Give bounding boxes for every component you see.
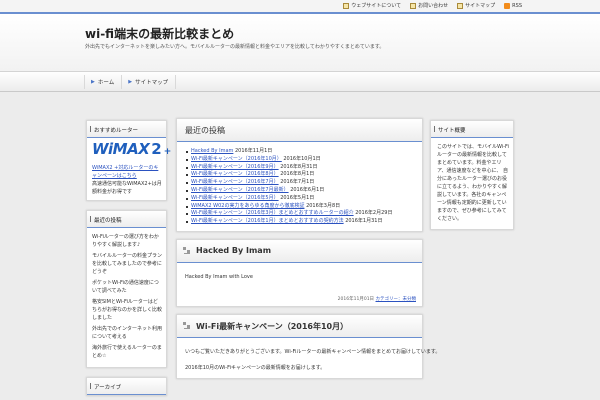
- widget-about: サイト概要 このサイトでは、モバイルWi-Fiルーターの最新情報を比較してまとめ…: [430, 120, 514, 230]
- document-icon: [343, 2, 350, 9]
- archive-date: 2016年6月1日: [290, 186, 325, 193]
- archive-date: 2016年10月1日: [283, 155, 321, 162]
- left-sidebar: おすすめルーター WiMAX 2 + WiMAX2 +対応ルーターのキャンペーン…: [86, 120, 171, 400]
- archive-link[interactable]: Wi-Fi最新キャンペーン（2016年8月）: [191, 171, 279, 177]
- top-link-contact-label: お問い合わせ: [418, 3, 449, 9]
- archive-date: 2016年8月31日: [280, 163, 318, 170]
- widget-title: 最近の投稿: [87, 211, 166, 228]
- wimax-logo[interactable]: WiMAX 2 +: [92, 140, 171, 158]
- top-link-about-label: ウェブサイトについて: [351, 3, 402, 9]
- top-link-sitemap-label: サイトマップ: [465, 3, 496, 9]
- list-item: Wi-Fi最新キャンペーン（2016年3月）まとめとおすすめルーターの紹介 20…: [185, 210, 414, 218]
- document-icon: [410, 2, 417, 9]
- nav-item-home[interactable]: ▶ ホーム: [84, 75, 121, 89]
- post-date: 2016年11月01日: [337, 296, 375, 302]
- top-strip: ウェブサイトについて お問い合わせ サイトマップ RSS: [0, 0, 600, 14]
- archive-box: 最近の投稿 Hacked By Imam 2016年11月1日 Wi-Fi最新キ…: [176, 118, 423, 232]
- site-title[interactable]: wi-fi端末の最新比較まとめ: [85, 25, 234, 42]
- wimax-logo-number: 2: [151, 140, 162, 158]
- post-paragraph: 2016年10月のWi-Fiキャンペーンの最新情報をお届けします。: [185, 364, 326, 371]
- widget-title: アーカイブ: [87, 378, 166, 395]
- archive-date: 2016年2月29日: [355, 210, 393, 217]
- post-category-link[interactable]: カテゴリー：未分類: [376, 297, 417, 302]
- widget-archive: アーカイブ: [86, 377, 167, 396]
- archive-title: 最近の投稿: [177, 119, 422, 142]
- archive-list: Hacked By Imam 2016年11月1日 Wi-Fi最新キャンペーン（…: [185, 148, 414, 226]
- list-item[interactable]: ポケットWi-Fiの通信速度について調べてみた: [92, 279, 162, 295]
- rss-icon: [504, 2, 511, 9]
- list-item: Hacked By Imam 2016年11月1日: [185, 148, 414, 156]
- list-item[interactable]: Wi-Fiルーターの選び方をわかりやすく解説します♪: [92, 233, 162, 249]
- archive-link[interactable]: Hacked By Imam: [191, 148, 233, 154]
- main-nav: ▶ ホーム ▶ サイトマップ: [0, 72, 600, 92]
- site-description: 外出先でもインターネットを楽しみたい方へ。モバイルルーターの最新情報と料金やエリ…: [85, 44, 385, 50]
- post-icon: [183, 321, 192, 331]
- ad-description: 高速通信可能なWiMAX2+は月額料金がお得です: [92, 181, 162, 195]
- list-item: Wi-Fi最新キャンペーン（2016年7月最新） 2016年6月1日: [185, 187, 414, 195]
- archive-link[interactable]: WiMAX2 W02の実力をあらゆる角度から徹底検証: [191, 203, 304, 209]
- list-item[interactable]: 格安SIMとWi-Fiルーターはどちらがお得なのかを詳しく比較しました: [92, 298, 162, 322]
- arrow-right-icon: ▶: [128, 79, 133, 85]
- post-meta: 2016年11月01日 カテゴリー：未分類: [177, 296, 422, 306]
- archive-link[interactable]: Wi-Fi最新キャンペーン（2016年5月）: [191, 195, 279, 201]
- archive-date: 2016年11月1日: [234, 148, 273, 154]
- archive-link[interactable]: Wi-Fi最新キャンペーン（2016年7月最新）: [191, 187, 289, 193]
- right-sidebar: サイト概要 このサイトでは、モバイルWi-Fiルーターの最新情報を比較してまとめ…: [430, 120, 514, 239]
- archive-date: 2016年8月1日: [280, 171, 315, 178]
- main-content: 最近の投稿 Hacked By Imam 2016年11月1日 Wi-Fi最新キ…: [176, 118, 441, 386]
- list-item: Wi-Fi最新キャンペーン（2016年5月） 2016年5月1日: [185, 195, 414, 203]
- nav-item-label: サイトマップ: [135, 80, 169, 86]
- archive-date: 2016年5月1日: [280, 194, 315, 201]
- widget-title: おすすめルーター: [87, 121, 166, 138]
- archive-date: 2016年1月31日: [345, 218, 383, 225]
- top-link-contact[interactable]: お問い合わせ: [410, 2, 448, 9]
- site-header: wi-fi端末の最新比較まとめ 外出先でもインターネットを楽しみたい方へ。モバイ…: [0, 14, 600, 72]
- post-title-row: Hacked By Imam: [177, 239, 422, 263]
- ad-link[interactable]: WiMAX2 +対応ルーターのキャンペーンはこちら: [92, 164, 162, 180]
- post-body: Hacked By Imam with Love: [185, 273, 253, 280]
- post-card: Wi-Fi最新キャンペーン（2016年10月） いつもご覧いただきありがとうござ…: [176, 313, 441, 379]
- nav-item-label: ホーム: [97, 80, 115, 86]
- wimax-logo-plus: +: [163, 147, 172, 157]
- archive-date: 2016年3月8日: [306, 202, 341, 209]
- widget-about-text: このサイトでは、モバイルWi-Fiルーターの最新情報を比較してまとめています。料…: [437, 144, 509, 222]
- list-item: Wi-Fi最新キャンペーン（2016年7月） 2016年7月1日: [185, 179, 414, 187]
- top-link-about[interactable]: ウェブサイトについて: [343, 2, 401, 9]
- archive-date: 2016年7月1日: [280, 179, 315, 186]
- archive-link[interactable]: Wi-Fi最新キャンペーン（2016年1月）まとめとおすすめの契約方法: [191, 218, 344, 224]
- nav-item-sitemap[interactable]: ▶ サイトマップ: [121, 75, 177, 89]
- archive-link[interactable]: Wi-Fi最新キャンペーン（2016年9月）: [191, 164, 279, 170]
- list-item: Wi-Fi最新キャンペーン（2016年10月） 2016年10月1日: [185, 156, 414, 164]
- document-icon: [457, 2, 464, 9]
- list-item: Wi-Fi最新キャンペーン（2016年1月）まとめとおすすめの契約方法 2016…: [185, 218, 414, 226]
- top-link-rss[interactable]: RSS: [504, 2, 522, 9]
- archive-link[interactable]: Wi-Fi最新キャンペーン（2016年3月）まとめとおすすめルーターの紹介: [191, 210, 354, 216]
- list-item[interactable]: モバイルルーターの料金プランを比較してみましたので参考にどうぞ: [92, 252, 162, 276]
- post-title[interactable]: Wi-Fi最新キャンペーン（2016年10月）: [196, 322, 348, 331]
- post-card: Hacked By Imam Hacked By Imam with Love …: [176, 238, 423, 307]
- top-link-sitemap[interactable]: サイトマップ: [457, 2, 495, 9]
- widget-recent-posts: 最近の投稿 Wi-Fiルーターの選び方をわかりやすく解説します♪ モバイルルータ…: [86, 210, 167, 368]
- archive-link[interactable]: Wi-Fi最新キャンペーン（2016年7月）: [191, 179, 279, 185]
- post-title-row: Wi-Fi最新キャンペーン（2016年10月）: [177, 314, 422, 338]
- post-icon: [183, 246, 192, 256]
- wimax-logo-text: WiMAX: [92, 140, 150, 158]
- widget-ad: おすすめルーター WiMAX 2 + WiMAX2 +対応ルーターのキャンペーン…: [86, 120, 171, 201]
- arrow-right-icon: ▶: [91, 79, 95, 85]
- post-paragraph: いつもご覧いただきありがとうございます。Wi-Fiルーターの最新キャンペーン情報…: [185, 348, 441, 355]
- list-item[interactable]: 外出先でのインターネット利用について考える: [92, 325, 162, 341]
- list-item[interactable]: 海外旅行で使えるルーターのまとめ☆: [92, 344, 162, 360]
- archive-link[interactable]: Wi-Fi最新キャンペーン（2016年10月）: [191, 156, 282, 162]
- top-links: ウェブサイトについて お問い合わせ サイトマップ RSS: [343, 2, 522, 9]
- widget-title: サイト概要: [431, 121, 513, 138]
- top-link-rss-label: RSS: [512, 2, 522, 9]
- post-title[interactable]: Hacked By Imam: [196, 246, 271, 255]
